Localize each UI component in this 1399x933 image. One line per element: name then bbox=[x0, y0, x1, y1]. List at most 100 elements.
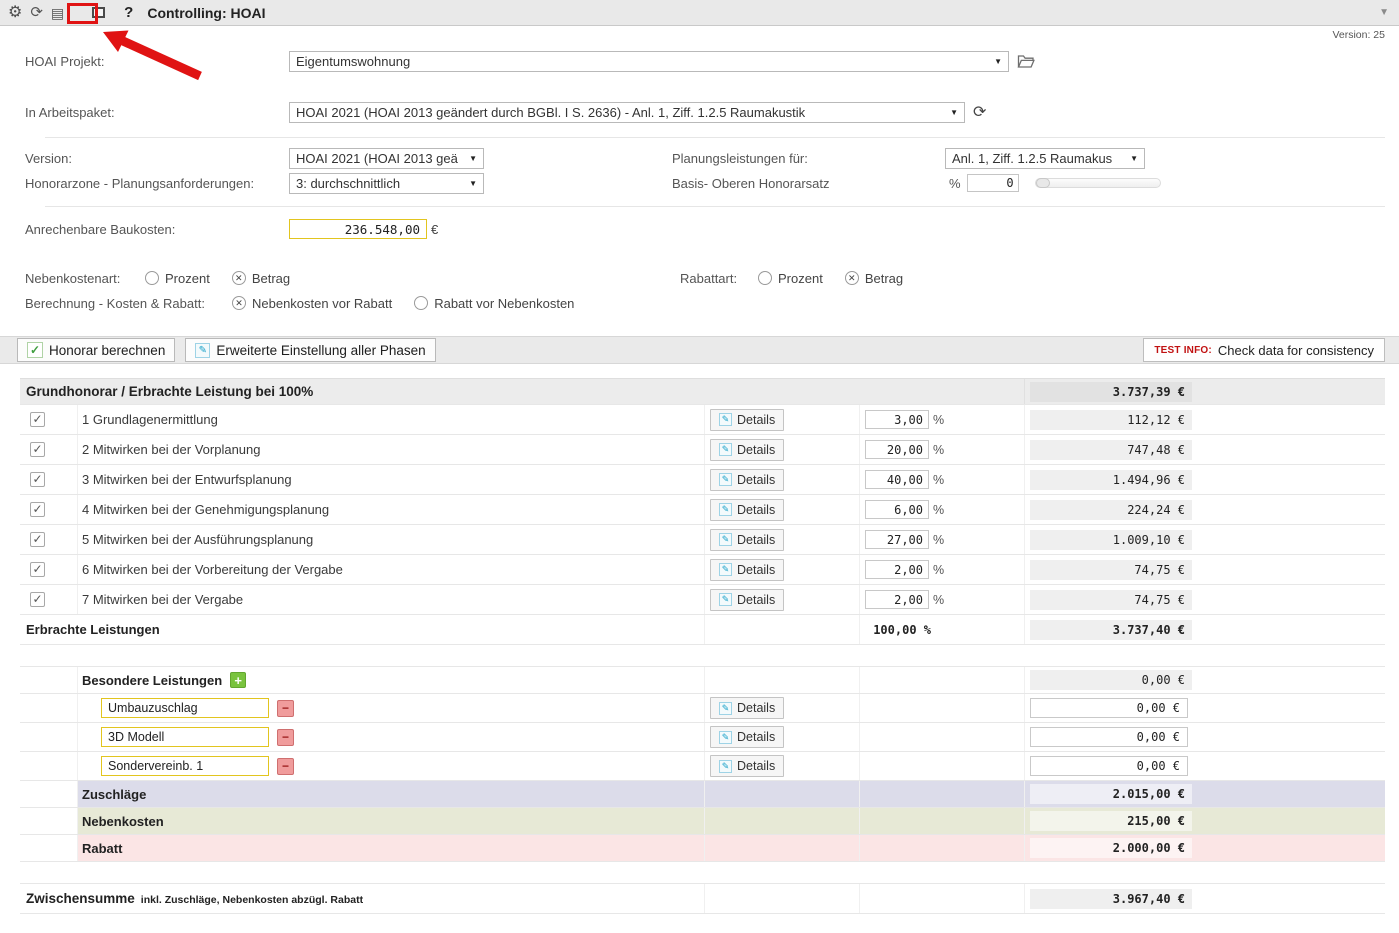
item-amount-input[interactable]: 0,00 € bbox=[1030, 698, 1188, 718]
reload-workpackage-icon[interactable]: ⟳ bbox=[973, 102, 986, 122]
details-button[interactable]: ✎Details bbox=[710, 559, 784, 581]
berechnung-row: Berechnung - Kosten & Rabatt: ✕ Nebenkos… bbox=[25, 292, 1399, 314]
radio-rabatt-vor-nebenkosten[interactable]: Rabatt vor Nebenkosten bbox=[414, 296, 574, 311]
percent-input[interactable]: 6,00 bbox=[865, 500, 929, 519]
remove-item-button[interactable]: − bbox=[277, 729, 294, 746]
project-row: HOAI Projekt: Eigentumswohnung ▼ bbox=[25, 50, 1399, 72]
zone-select[interactable]: 3: durchschnittlich ▼ bbox=[289, 173, 484, 194]
window-restore-icon[interactable] bbox=[88, 7, 108, 18]
workpackage-select[interactable]: HOAI 2021 (HOAI 2013 geändert durch BGBl… bbox=[289, 102, 965, 123]
phase-checkbox[interactable]: ✓ bbox=[30, 592, 45, 607]
costs-input[interactable]: 236.548,00 bbox=[289, 219, 427, 239]
details-cell: ✎Details bbox=[705, 525, 860, 554]
radio-nebenkosten-betrag[interactable]: ✕ Betrag bbox=[232, 271, 290, 286]
details-cell: ✎Details bbox=[705, 555, 860, 584]
details-cell: ✎Details bbox=[705, 495, 860, 524]
details-button[interactable]: ✎Details bbox=[710, 499, 784, 521]
discount-amount-cell: 2.000,00 € bbox=[1025, 835, 1385, 861]
empty-cell bbox=[860, 723, 1025, 751]
slider-thumb[interactable] bbox=[1036, 178, 1050, 188]
item-amount-input[interactable]: 0,00 € bbox=[1030, 727, 1188, 747]
advanced-settings-label: Erweiterte Einstellung aller Phasen bbox=[216, 343, 425, 358]
empty-cell bbox=[860, 667, 1025, 693]
special-item-cell: Umbauzuschlag − bbox=[78, 694, 705, 722]
details-label: Details bbox=[737, 443, 775, 457]
details-label: Details bbox=[737, 730, 775, 744]
phase-checkbox[interactable]: ✓ bbox=[30, 532, 45, 547]
zone-row: Honorarzone - Planungsanforderungen: 3: … bbox=[25, 172, 1399, 194]
phase-checkbox[interactable]: ✓ bbox=[30, 472, 45, 487]
edit-icon: ✎ bbox=[719, 702, 732, 715]
details-label: Details bbox=[737, 563, 775, 577]
details-cell: ✎Details bbox=[705, 723, 860, 751]
details-button[interactable]: ✎Details bbox=[710, 439, 784, 461]
collapse-chevron-icon[interactable]: ▼ bbox=[1379, 7, 1389, 18]
special-name-input[interactable]: Sondervereinb. 1 bbox=[101, 756, 269, 776]
radio-rabatt-betrag[interactable]: ✕ Betrag bbox=[845, 271, 903, 286]
discount-row: Rabatt 2.000,00 € bbox=[20, 835, 1385, 862]
percent-input[interactable]: 40,00 bbox=[865, 470, 929, 489]
phase-checkbox[interactable]: ✓ bbox=[30, 562, 45, 577]
add-special-service-button[interactable]: + bbox=[230, 672, 246, 688]
radio-label: Betrag bbox=[252, 271, 290, 286]
percent-cell: 3,00% bbox=[860, 405, 1025, 434]
edit-icon: ✎ bbox=[719, 533, 732, 546]
details-button[interactable]: ✎Details bbox=[710, 726, 784, 748]
percent-input[interactable]: 2,00 bbox=[865, 590, 929, 609]
radio-checked-icon: ✕ bbox=[232, 296, 246, 310]
radio-rabatt-prozent[interactable]: Prozent bbox=[758, 271, 823, 286]
basis-percent-input[interactable]: 0 bbox=[967, 174, 1019, 192]
planning-select[interactable]: Anl. 1, Ziff. 1.2.5 Raumakus ▼ bbox=[945, 148, 1145, 169]
project-label: HOAI Projekt: bbox=[25, 54, 289, 69]
empty-cell bbox=[705, 667, 860, 693]
test-info-label: TEST INFO: bbox=[1154, 345, 1212, 356]
open-folder-icon[interactable] bbox=[1017, 54, 1035, 69]
remove-item-button[interactable]: − bbox=[277, 758, 294, 775]
divider bbox=[45, 137, 1385, 138]
details-button[interactable]: ✎Details bbox=[710, 469, 784, 491]
report-icon[interactable]: ▤ bbox=[51, 6, 64, 20]
special-services-header-row: Besondere Leistungen + 0,00 € bbox=[20, 666, 1385, 694]
phase-checkbox[interactable]: ✓ bbox=[30, 502, 45, 517]
special-name-input[interactable]: Umbauzuschlag bbox=[101, 698, 269, 718]
special-services-title: Besondere Leistungen bbox=[82, 673, 222, 688]
remove-item-button[interactable]: − bbox=[277, 700, 294, 717]
radio-nebenkosten-prozent[interactable]: Prozent bbox=[145, 271, 210, 286]
details-button[interactable]: ✎Details bbox=[710, 409, 784, 431]
radio-nebenkosten-vor-rabatt[interactable]: ✕ Nebenkosten vor Rabatt bbox=[232, 296, 392, 311]
special-name-input[interactable]: 3D Modell bbox=[101, 727, 269, 747]
percent-input[interactable]: 2,00 bbox=[865, 560, 929, 579]
details-button[interactable]: ✎Details bbox=[710, 589, 784, 611]
basis-slider[interactable] bbox=[1035, 178, 1161, 188]
settings-gear-icon[interactable]: ⚙ bbox=[8, 5, 22, 21]
radio-icon bbox=[414, 296, 428, 310]
advanced-settings-button[interactable]: ✎ Erweiterte Einstellung aller Phasen bbox=[185, 338, 435, 362]
radio-label: Prozent bbox=[165, 271, 210, 286]
details-button[interactable]: ✎Details bbox=[710, 697, 784, 719]
details-cell: ✎Details bbox=[705, 694, 860, 722]
amount-cell: 1.494,96 € bbox=[1025, 465, 1385, 494]
phase-checkbox[interactable]: ✓ bbox=[30, 442, 45, 457]
percent-input[interactable]: 20,00 bbox=[865, 440, 929, 459]
percent-input[interactable]: 27,00 bbox=[865, 530, 929, 549]
phase-checkbox[interactable]: ✓ bbox=[30, 412, 45, 427]
details-button[interactable]: ✎Details bbox=[710, 755, 784, 777]
percent-input[interactable]: 3,00 bbox=[865, 410, 929, 429]
percent-unit: % bbox=[933, 473, 944, 487]
checkbox-cell: ✓ bbox=[20, 405, 78, 434]
hoai-version-select[interactable]: HOAI 2021 (HOAI 2013 geä ▼ bbox=[289, 148, 484, 169]
empty-cell bbox=[705, 808, 860, 834]
test-info-box: TEST INFO: Check data for consistency bbox=[1143, 338, 1385, 362]
refresh-icon[interactable]: ⟳ bbox=[30, 5, 43, 20]
item-amount-input[interactable]: 0,00 € bbox=[1030, 756, 1188, 776]
help-icon[interactable]: ? bbox=[124, 4, 133, 21]
calculate-fee-button[interactable]: ✓ Honorar berechnen bbox=[17, 338, 175, 362]
details-button[interactable]: ✎Details bbox=[710, 529, 784, 551]
empty-cell bbox=[860, 808, 1025, 834]
project-select[interactable]: Eigentumswohnung ▼ bbox=[289, 51, 1009, 72]
amount-cell: 747,48 € bbox=[1025, 435, 1385, 464]
radio-label: Prozent bbox=[778, 271, 823, 286]
item-amount-cell: 0,00 € bbox=[1025, 752, 1385, 780]
subtotal-note: inkl. Zuschläge, Nebenkosten abzügl. Rab… bbox=[141, 894, 363, 906]
percent-unit: % bbox=[933, 593, 944, 607]
